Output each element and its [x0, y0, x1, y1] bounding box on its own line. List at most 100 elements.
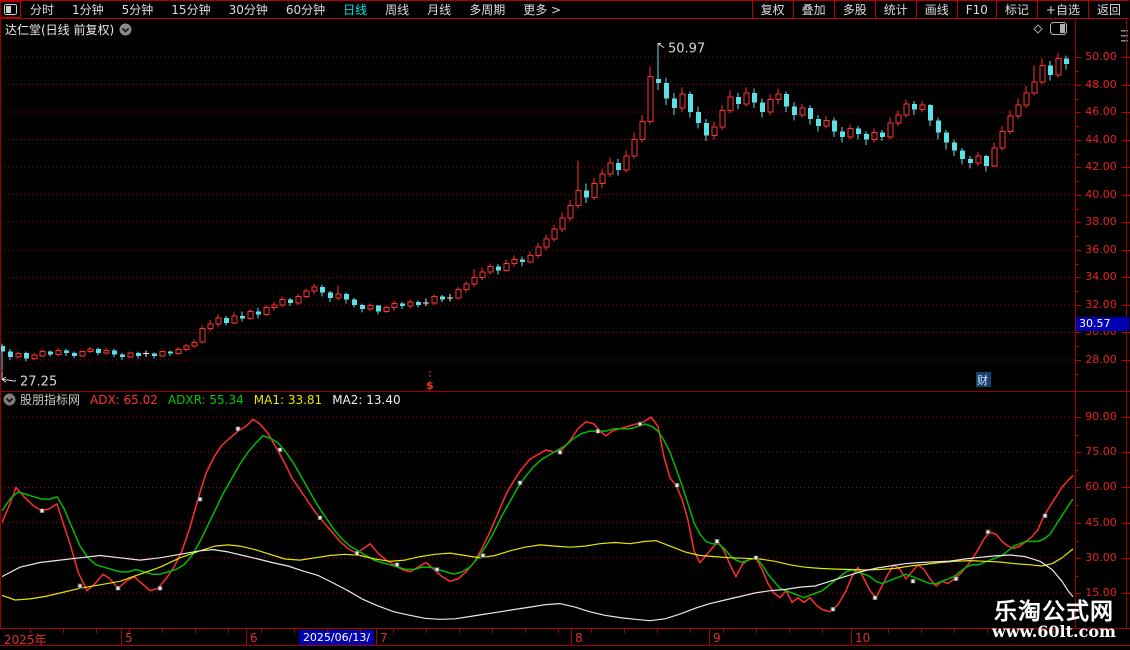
- action-button-统计[interactable]: 统计: [874, 1, 916, 18]
- axis-tick: [1076, 304, 1081, 306]
- axis-tick: [1076, 277, 1081, 279]
- diamond-icon[interactable]: [1032, 23, 1044, 35]
- week-tick: [888, 629, 889, 633]
- axis-minor-tick: [1076, 236, 1079, 238]
- axis-tick: [1076, 593, 1081, 594]
- action-button-+自选[interactable]: +自选: [1036, 1, 1088, 18]
- resize-grip-icon[interactable]: [1121, 29, 1129, 43]
- axis-tick: [1076, 249, 1081, 251]
- indicator-chart[interactable]: [0, 408, 1076, 628]
- signal-marker: [77, 583, 83, 589]
- axis-tick: [1076, 167, 1081, 169]
- week-tick: [558, 629, 559, 633]
- action-buttons: 复权 叠加 多股 统计 画线 F10 标记 +自选 返回: [751, 1, 1129, 18]
- candlestick-chart[interactable]: 50.97 27.25 $ 财: [0, 38, 1076, 391]
- period-tab-5分钟[interactable]: 5分钟: [113, 1, 163, 18]
- action-button-标记[interactable]: 标记: [995, 1, 1037, 18]
- week-tick: [162, 629, 163, 633]
- signal-marker: [595, 428, 601, 434]
- week-tick: [789, 629, 790, 633]
- period-tab-日线[interactable]: 日线: [334, 1, 376, 18]
- signal-marker: [953, 576, 959, 582]
- period-tab-30分钟[interactable]: 30分钟: [220, 1, 277, 18]
- period-tab-更多 >[interactable]: 更多 >: [514, 1, 570, 18]
- indicator-axis-label: 45.00: [1085, 515, 1117, 529]
- week-tick: [459, 629, 460, 633]
- week-tick: [822, 629, 823, 633]
- period-tab-15分钟[interactable]: 15分钟: [162, 1, 219, 18]
- month-gridline: [709, 629, 710, 646]
- axis-tick: [1122, 112, 1130, 114]
- axis-tick: [1076, 417, 1081, 418]
- week-tick: [525, 629, 526, 633]
- signal-marker: [197, 496, 203, 502]
- month-gridline: [571, 629, 572, 646]
- clipped-bottom-row: [0, 646, 1130, 650]
- axis-minor-tick: [1076, 71, 1079, 72]
- axis-tick: [1076, 359, 1081, 361]
- signal-marker: [39, 508, 45, 514]
- signal-marker: [557, 449, 563, 455]
- axis-tick: [1122, 487, 1130, 489]
- action-button-多股[interactable]: 多股: [833, 1, 875, 18]
- week-tick: [228, 629, 229, 633]
- signal-marker: [517, 480, 523, 486]
- collapse-chevron-icon[interactable]: [3, 393, 16, 406]
- signal-marker: [753, 555, 759, 561]
- axis-tick: [1122, 522, 1130, 524]
- period-toolbar: 分时 1分钟 5分钟 15分钟 30分钟 60分钟 日线 周线 月线 多周期 更多 > 复权 叠加 多股…: [0, 0, 1129, 19]
- axis-minor-tick: [1076, 540, 1079, 542]
- signal-marker: [910, 578, 916, 584]
- month-gridline: [376, 629, 377, 646]
- split-panel-icon: [4, 4, 17, 15]
- axis-tick: [1122, 249, 1130, 251]
- indicator-value: ADXR: 55.34: [167, 392, 244, 407]
- axis-tick: [1076, 222, 1081, 224]
- period-tab-周线[interactable]: 周线: [376, 1, 418, 18]
- week-tick: [261, 629, 262, 633]
- axis-tick: [1122, 57, 1130, 58]
- action-button-画线[interactable]: 画线: [915, 1, 957, 18]
- indicator-axis-label: 30.00: [1085, 550, 1117, 564]
- action-button-返回[interactable]: 返回: [1087, 1, 1129, 18]
- price-axis-label: 50.00: [1085, 50, 1117, 63]
- action-button-复权[interactable]: 复权: [751, 1, 793, 18]
- action-button-叠加[interactable]: 叠加: [792, 1, 834, 18]
- signal-marker: [872, 595, 878, 600]
- layout-icon[interactable]: [1050, 22, 1067, 35]
- period-tab-多周期[interactable]: 多周期: [460, 1, 514, 18]
- panel-toggle-button[interactable]: [0, 1, 21, 18]
- week-tick: [96, 629, 97, 633]
- indicator-header: 股朋指标网 ADX: 65.02 ADXR: 55.34 MA1: 33.81 MA2…: [0, 392, 1073, 407]
- report-marker: 财: [977, 373, 988, 387]
- chevron-down-icon[interactable]: [119, 23, 132, 36]
- indicator-value: ADX: 65.02: [90, 392, 158, 407]
- price-axis-label: 34.00: [1085, 270, 1117, 284]
- time-axis-label: 10: [855, 631, 871, 645]
- period-tab-月线[interactable]: 月线: [418, 1, 460, 18]
- signal-marker: [637, 421, 643, 427]
- signal-marker: [394, 562, 400, 568]
- time-axis-label: 8: [575, 631, 583, 645]
- week-tick: [624, 629, 625, 633]
- panel-divider[interactable]: [0, 391, 1130, 392]
- indicator-line-MA2: [1, 549, 1074, 622]
- dividend-marker: $: [426, 379, 434, 391]
- time-axis-label: 9: [713, 631, 721, 645]
- period-tab-60分钟[interactable]: 60分钟: [277, 1, 334, 18]
- axis-tick: [1122, 593, 1130, 594]
- week-tick: [921, 629, 922, 633]
- time-axis[interactable]: 2025/06/13/五 2025年5678910: [0, 628, 1130, 650]
- week-tick: [987, 629, 988, 633]
- action-button-F10[interactable]: F10: [956, 1, 996, 18]
- watermark-site-name: 乐淘公式网: [993, 598, 1114, 625]
- period-tab-分时[interactable]: 分时: [21, 1, 63, 18]
- signal-marker: [115, 586, 121, 591]
- week-tick: [393, 629, 394, 633]
- period-tab-1分钟[interactable]: 1分钟: [63, 1, 113, 18]
- week-tick: [756, 629, 757, 633]
- indicator-name[interactable]: 股朋指标网: [20, 391, 80, 408]
- axis-tick: [1122, 417, 1130, 418]
- month-gridline: [851, 629, 852, 646]
- indicator-axis-label: 75.00: [1085, 445, 1117, 459]
